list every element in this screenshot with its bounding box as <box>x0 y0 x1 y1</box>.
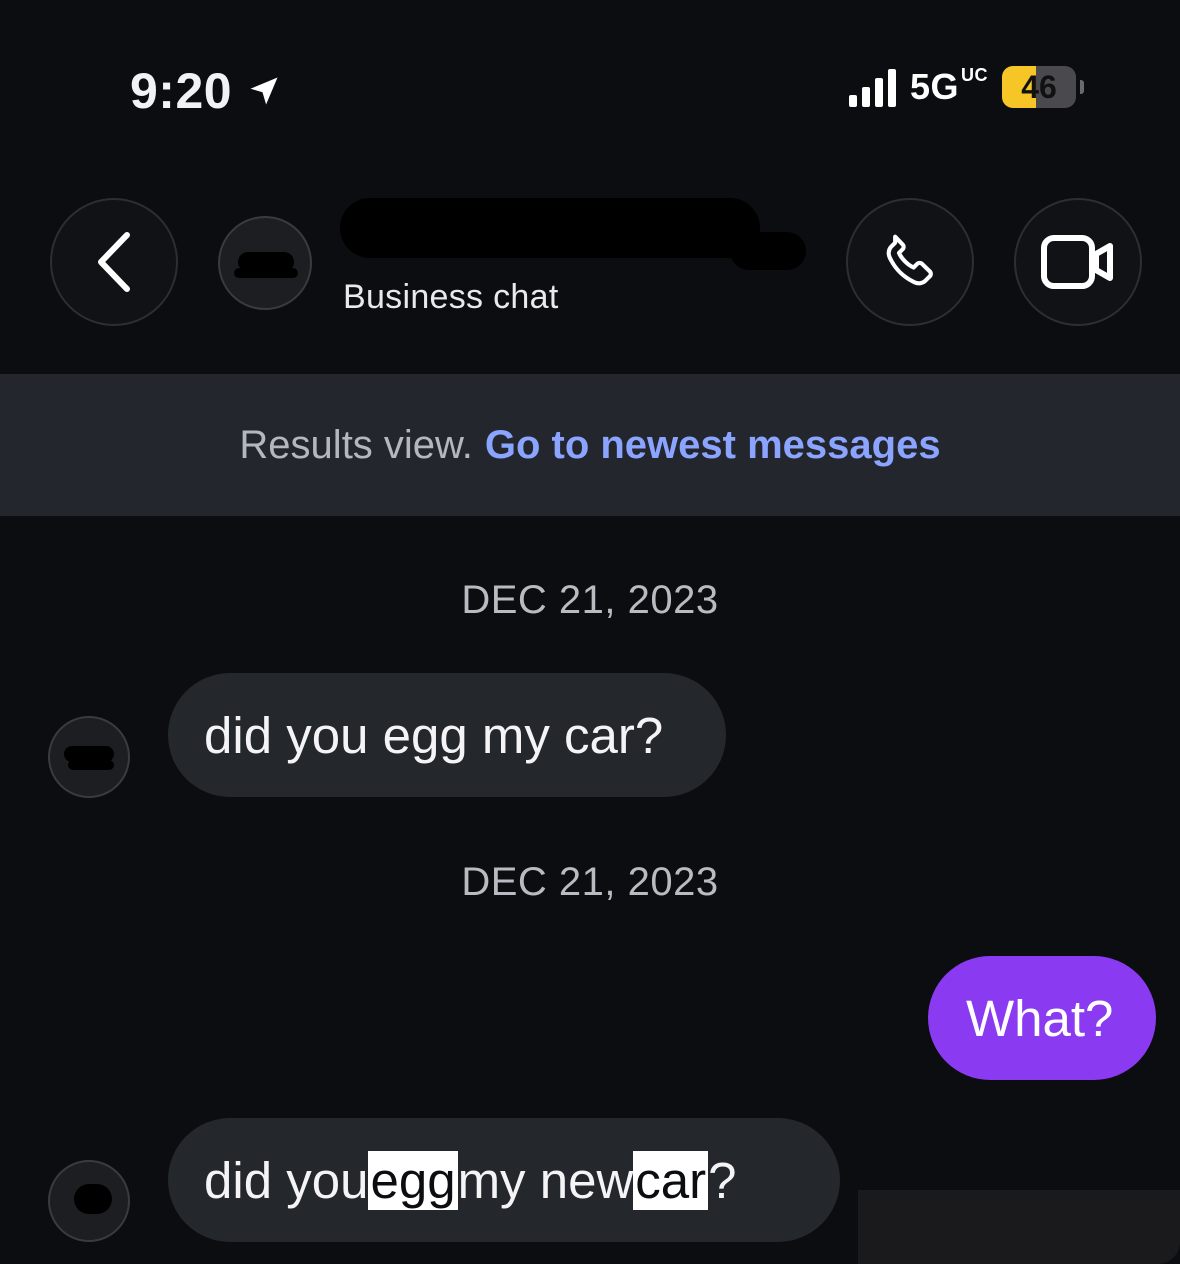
results-view-text: Results view. <box>239 422 473 467</box>
contact-avatar[interactable] <box>218 216 312 310</box>
date-divider: DEC 21, 2023 <box>461 578 719 622</box>
battery-icon: 46 <box>1002 66 1076 108</box>
sender-avatar[interactable] <box>48 716 130 798</box>
message-bubble-incoming[interactable]: did you egg my car? <box>168 673 726 797</box>
date-divider: DEC 21, 2023 <box>461 860 719 904</box>
back-button[interactable] <box>50 198 178 326</box>
status-time-label: 9:20 <box>130 63 233 119</box>
network-label: 5G <box>909 66 959 107</box>
contact-subtitle: Business chat <box>343 278 559 316</box>
status-time: 9:20 <box>130 62 282 120</box>
sender-avatar[interactable] <box>48 1160 130 1242</box>
signal-icon <box>848 67 896 107</box>
go-to-newest-link[interactable]: Go to newest messages <box>485 423 941 468</box>
phone-icon <box>886 234 933 286</box>
video-call-button[interactable] <box>1014 198 1142 326</box>
battery-level: 46 <box>1021 68 1057 105</box>
network-suffix: UC <box>961 65 988 85</box>
results-view-banner: Results view. Go to newest messages <box>0 374 1180 516</box>
video-camera-icon <box>1041 235 1113 289</box>
battery-nub <box>1080 80 1084 94</box>
message-bubble-incoming[interactable]: did you egg my new car? <box>168 1118 840 1242</box>
network-indicator: 5G UC <box>910 66 988 108</box>
location-arrow-icon <box>250 77 278 105</box>
screenshot-corner-artifact <box>858 1190 1180 1264</box>
chevron-left-icon <box>98 232 130 292</box>
status-indicators: 5G UC 46 <box>848 66 1084 108</box>
search-highlight: car <box>633 1150 709 1210</box>
message-bubble-outgoing[interactable]: What? <box>928 956 1156 1080</box>
message-text: did you egg my car? <box>204 706 664 764</box>
search-highlight: egg <box>368 1150 458 1210</box>
message-text-part: my new <box>457 1151 634 1209</box>
call-button[interactable] <box>846 198 974 326</box>
message-text-part: did you <box>204 1151 369 1209</box>
chat-screen: 9:20 5G UC 46 Business chat Results view… <box>0 0 1180 1264</box>
message-text: What? <box>966 989 1114 1047</box>
message-text-part: ? <box>708 1151 737 1209</box>
